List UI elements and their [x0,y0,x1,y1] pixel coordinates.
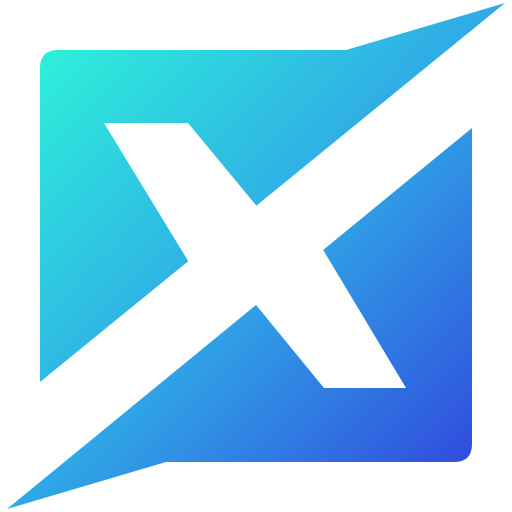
app-logo-icon [7,3,505,509]
